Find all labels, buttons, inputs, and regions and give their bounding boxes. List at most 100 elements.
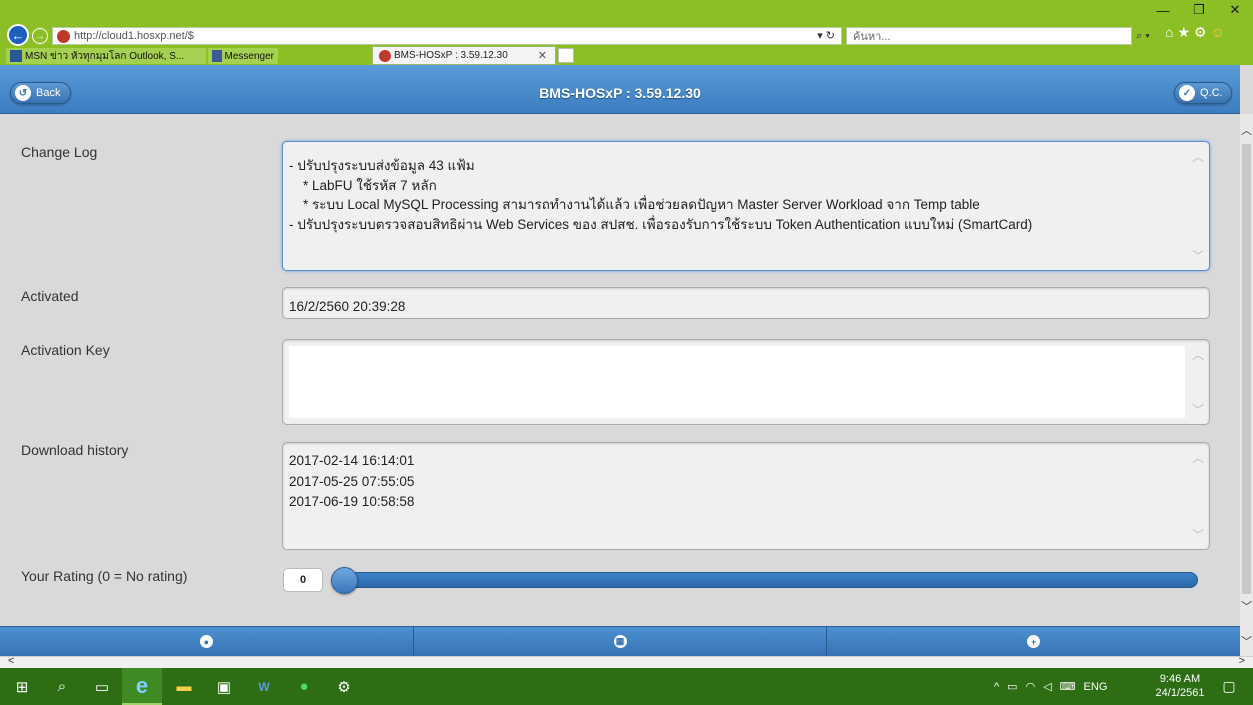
horizontal-scrollbar[interactable]: < > (0, 655, 1253, 668)
tab-hosxp-label: BMS-HOSxP : 3.59.12.30 (394, 50, 508, 61)
new-tab-button[interactable] (558, 48, 574, 63)
page-title: BMS-HOSxP : 3.59.12.30 (539, 85, 701, 101)
show-hidden-icons-icon[interactable]: ^ (994, 681, 999, 693)
windows-taskbar: ⊞ ⌕ ▭ e ▬ ▣ W ● ⚙ ^ ▭ ◠ ◁ ⌨ ENG 9:46 AM … (0, 668, 1253, 705)
keyboard-icon[interactable]: ⌨ (1060, 680, 1076, 693)
taskbar-clock[interactable]: 9:46 AM 24/1/2561 (1152, 672, 1208, 700)
scroll-down-icon[interactable]: ﹀ (1192, 526, 1204, 543)
window-controls: — ❐ ✕ (1145, 0, 1253, 20)
url-text[interactable]: http://cloud1.hosxp.net/$ (74, 30, 194, 42)
clock-time: 9:46 AM (1159, 673, 1201, 685)
textarea-scrollbar[interactable]: ︿ ﹀ (1189, 342, 1207, 422)
battery-icon[interactable]: ▭ (1007, 680, 1017, 693)
download-history-textarea[interactable]: 2017-02-14 16:14:01 2017-05-25 07:55:05 … (282, 442, 1210, 550)
page-vertical-scrollbar[interactable]: ︿ ﹀ (1240, 114, 1253, 626)
line-app-icon[interactable]: ● (284, 668, 324, 705)
tag-icon: ● (199, 635, 213, 648)
qc-button[interactable]: ✓ Q.C. (1174, 82, 1232, 104)
search-icon[interactable]: ⌕ (42, 668, 82, 705)
download-entry: 2017-02-14 16:14:01 (289, 453, 415, 468)
rating-slider-track[interactable] (340, 572, 1198, 588)
language-indicator[interactable]: ENG (1084, 681, 1108, 693)
settings-gear-icon[interactable]: ⚙ (1194, 24, 1207, 41)
favorite-msn-label: MSN ข่าว หัวทุกมุมโลก Outlook, S... (25, 50, 185, 62)
scrollbar-thumb[interactable] (1242, 144, 1251, 594)
close-window-button[interactable]: ✕ (1217, 0, 1253, 20)
rating-label: Your Rating (0 = No rating) (21, 568, 188, 584)
start-windows-icon[interactable]: ⊞ (2, 668, 42, 705)
change-log-line: - ปรับปรุงระบบส่งข้อมูล 43 แฟ้ม (289, 158, 475, 173)
home-icon[interactable]: ⌂ (1165, 24, 1173, 41)
footer-tab-add[interactable]: + (827, 627, 1240, 656)
browser-toolbar: ⌂ ★ ⚙ ☺ (1165, 24, 1225, 41)
download-entry: 2017-05-25 07:55:05 (289, 473, 415, 489)
action-center-icon[interactable]: ▢ (1213, 668, 1245, 705)
scroll-left-icon[interactable]: < (8, 655, 14, 667)
activated-field[interactable]: 16/2/2560 20:39:28 (282, 287, 1210, 319)
internet-explorer-icon[interactable]: e (122, 668, 162, 705)
scroll-down-icon[interactable]: ﹀ (1241, 598, 1252, 614)
browser-search-input[interactable]: ค้นหา... (846, 27, 1132, 45)
textarea-scrollbar[interactable]: ︿ ﹀ (1189, 144, 1207, 268)
store-icon[interactable]: ▣ (204, 668, 244, 705)
tab-close-icon[interactable]: ✕ (538, 49, 547, 62)
msn-logo-icon (10, 50, 22, 62)
wifi-icon[interactable]: ◠ (1026, 680, 1036, 693)
word-icon[interactable]: W (244, 668, 284, 705)
scroll-down-icon[interactable]: ﹀ (1192, 247, 1204, 264)
scroll-right-icon[interactable]: > (1239, 655, 1245, 667)
plus-icon: + (1027, 635, 1041, 648)
footer-tab-grid[interactable]: ▦ (414, 627, 828, 656)
scroll-up-icon[interactable]: ︿ (1192, 346, 1204, 363)
favorite-messenger[interactable]: Messenger (208, 48, 278, 64)
change-log-line: * ระบบ Local MySQL Processing สามารถทำงา… (303, 197, 980, 212)
main-content: Change Log - ปรับปรุงระบบส่งข้อมูล 43 แฟ… (0, 114, 1240, 626)
address-bar[interactable]: http://cloud1.hosxp.net/$ ▾ ↻ (52, 27, 842, 45)
textarea-scrollbar[interactable]: ︿ ﹀ (1189, 445, 1207, 547)
scroll-up-icon[interactable]: ︿ (1192, 148, 1204, 165)
change-log-textarea[interactable]: - ปรับปรุงระบบส่งข้อมูล 43 แฟ้ม * LabFU … (282, 141, 1210, 271)
rating-slider-handle[interactable] (331, 567, 358, 594)
smiley-feedback-icon[interactable]: ☺ (1211, 24, 1225, 41)
tab-strip: MSN ข่าว หัวทุกมุมโลก Outlook, S... Mess… (0, 46, 1253, 65)
settings-gear-icon[interactable]: ⚙ (324, 668, 364, 705)
scroll-up-icon[interactable]: ︿ (1241, 122, 1252, 138)
grid-icon: ▦ (613, 635, 627, 648)
footer-tab-bar: ● ▦ + (0, 626, 1240, 656)
site-favicon-icon (379, 49, 391, 62)
change-log-line: * LabFU ใช้รหัส 7 หลัก (303, 177, 437, 193)
volume-icon[interactable]: ◁ (1043, 680, 1051, 693)
restore-button[interactable]: ❐ (1181, 0, 1217, 20)
change-log-label: Change Log (21, 144, 98, 160)
download-entry: 2017-06-19 10:58:58 (289, 494, 415, 509)
task-view-icon[interactable]: ▭ (82, 668, 122, 705)
scroll-down-icon[interactable]: ﹀ (1192, 401, 1204, 418)
rating-value-input[interactable]: 0 (283, 568, 323, 592)
browser-forward-button[interactable]: → (32, 28, 48, 44)
browser-titlebar: — ❐ ✕ ← → http://cloud1.hosxp.net/$ ▾ ↻ … (0, 0, 1253, 46)
activation-key-label: Activation Key (21, 342, 110, 358)
favorite-msn[interactable]: MSN ข่าว หัวทุกมุมโลก Outlook, S... (6, 48, 206, 64)
system-tray: ^ ▭ ◠ ◁ ⌨ ENG (994, 668, 1107, 705)
site-favicon-icon (57, 29, 70, 43)
footer-tab-tag[interactable]: ● (0, 627, 414, 656)
qc-label: Q.C. (1200, 87, 1223, 99)
activation-key-input[interactable] (289, 346, 1185, 418)
activation-key-textarea[interactable]: ︿ ﹀ (282, 339, 1210, 425)
favorite-messenger-label: Messenger (224, 50, 274, 62)
activated-value: 16/2/2560 20:39:28 (289, 299, 406, 314)
activated-label: Activated (21, 288, 79, 304)
download-history-list: 2017-02-14 16:14:01 2017-05-25 07:55:05 … (289, 451, 1183, 513)
scroll-down-icon[interactable]: ﹀ (1240, 626, 1253, 656)
search-placeholder: ค้นหา... (853, 31, 891, 43)
minimize-button[interactable]: — (1145, 0, 1181, 20)
download-history-label: Download history (21, 442, 129, 458)
browser-back-button[interactable]: ← (7, 24, 29, 46)
refresh-icon[interactable]: ▾ ↻ (817, 29, 835, 42)
change-log-line: - ปรับปรุงระบบตรวจสอบสิทธิผ่าน Web Servi… (289, 216, 1033, 232)
scroll-up-icon[interactable]: ︿ (1192, 449, 1204, 466)
tab-hosxp[interactable]: BMS-HOSxP : 3.59.12.30 ✕ (372, 46, 556, 65)
search-icon[interactable]: ⌕ ▾ (1130, 27, 1156, 45)
favorites-star-icon[interactable]: ★ (1177, 24, 1190, 41)
file-explorer-icon[interactable]: ▬ (164, 668, 204, 705)
